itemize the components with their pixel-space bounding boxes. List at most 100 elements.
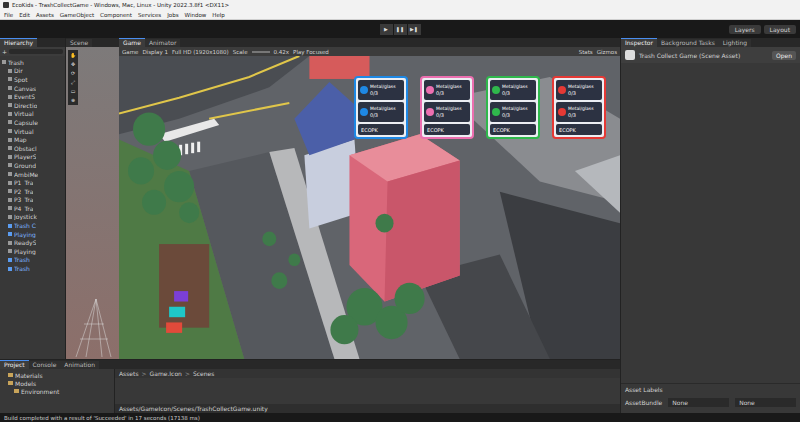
gameobject-icon [8,241,12,245]
resolution-dropdown[interactable]: Full HD (1920x1080) [172,49,229,55]
game-render: Metal/glass 0/3 Metal/glass 0/3 ECOPK Me… [119,56,620,359]
game-tab[interactable]: Game [119,38,145,47]
mode-dropdown[interactable]: Game [122,49,138,55]
project-tab[interactable]: Animation [60,361,99,369]
trash-icon [558,86,566,94]
inspector-panel: InspectorBackground TasksLighting Trash … [620,38,800,413]
menu-item[interactable]: GameObject [60,12,94,18]
hierarchy-item[interactable]: Virtual [0,110,65,119]
hierarchy-item[interactable]: Obstacl [0,144,65,153]
hierarchy-item[interactable]: Trash [0,264,65,273]
tool-button[interactable]: ⊕ [69,96,77,104]
wireframe-icon [66,279,119,359]
hierarchy-item[interactable]: Map [0,135,65,144]
scene-tab[interactable]: Scene [66,39,92,47]
gizmos-button[interactable]: Gizmos [597,49,617,55]
folder-icon [8,373,13,377]
tool-button[interactable]: ⤢ [69,78,77,86]
inspector-tab[interactable]: Lighting [719,39,751,47]
trash-icon [426,108,434,116]
tool-button[interactable]: ⟳ [69,69,77,77]
gameobject-icon [8,163,12,167]
hierarchy-item[interactable]: EventS [0,92,65,101]
hierarchy-item[interactable]: Canvas [0,84,65,93]
folder-tree: MaterialsModelsEnvironment [0,369,115,413]
menu-item[interactable]: Edit [19,12,30,18]
tool-button[interactable]: ✋ [69,51,77,59]
hierarchy-item[interactable]: Trash [0,256,65,265]
breadcrumb-item[interactable]: Scenes [193,370,214,377]
hierarchy-item[interactable]: Trash [0,58,65,67]
hierarchy-item[interactable]: Dir [0,67,65,76]
project-tab[interactable]: Console [29,361,61,369]
pause-button[interactable]: ❚❚ [394,24,407,35]
layers-dropdown[interactable]: Layers [729,25,761,34]
workspace: Hierarchy + Trash Dir Spot Canvas EventS… [0,38,800,413]
gameobject-icon [8,129,12,133]
hierarchy-item[interactable]: Directio [0,101,65,110]
folder-item[interactable]: Models [2,379,112,387]
menu-item[interactable]: Component [100,12,132,18]
menu-item[interactable]: Jobs [167,12,178,18]
gameobject-icon [8,86,12,90]
play-focused-dropdown[interactable]: Play Focused [293,49,329,55]
gameobject-icon [8,224,12,228]
menu-item[interactable]: File [4,12,13,18]
hierarchy-item[interactable]: Virtual [0,127,65,136]
gameobject-icon [8,146,12,150]
search-field[interactable] [9,49,63,54]
breadcrumb-item[interactable]: Game.Icon [150,370,182,377]
folder-item[interactable]: Materials [2,371,112,379]
player-card: Metal/glass 0/3 Metal/glass 0/3 ECOPK [354,76,408,139]
play-button[interactable]: ▶ [380,24,393,35]
trash-counter: Metal/glass 0/3 [556,80,602,100]
hierarchy-item[interactable]: P4_Tra [0,204,65,213]
hierarchy-item[interactable]: Joystick [0,213,65,222]
trash-counter: Metal/glass 0/3 [556,102,602,122]
stats-button[interactable]: Stats [579,49,593,55]
game-tab[interactable]: Animator [145,39,181,47]
tool-button[interactable]: ▭ [69,87,77,95]
layout-dropdown[interactable]: Layout [764,25,796,34]
step-button[interactable]: ▶❚ [408,24,421,35]
status-bar: Build completed with a result of 'Succee… [0,413,800,422]
open-button[interactable]: Open [772,51,796,60]
player-card: Metal/glass 0/3 Metal/glass 0/3 ECOPK [420,76,474,139]
scale-slider[interactable] [252,51,270,53]
menu-item[interactable]: Help [212,12,225,18]
trash-icon [360,86,368,94]
hierarchy-item[interactable]: Trash C [0,221,65,230]
asset-labels: Asset Labels [621,383,800,395]
add-button[interactable]: + [2,48,7,55]
gameobject-icon [8,215,12,219]
inspector-tab[interactable]: Inspector [621,38,657,47]
project-tab[interactable]: Project [0,360,29,369]
gameobject-icon [8,77,12,81]
hierarchy-item[interactable]: Capsule [0,118,65,127]
hierarchy-item[interactable]: Playing [0,230,65,239]
hierarchy-item[interactable]: Playing [0,247,65,256]
inspector-tab[interactable]: Background Tasks [657,39,719,47]
asset-bundle-dropdown[interactable]: None [668,398,729,407]
asset-variant-dropdown[interactable]: None [735,398,796,407]
hierarchy-item[interactable]: ReadyS [0,238,65,247]
gameobject-icon [8,95,12,99]
hierarchy-item[interactable]: P1_Tra [0,178,65,187]
display-dropdown[interactable]: Display 1 [142,49,168,55]
trash-icon [492,86,500,94]
hierarchy-item[interactable]: Spot [0,75,65,84]
hierarchy-tab[interactable]: Hierarchy [0,38,37,47]
hierarchy-item[interactable]: Ground [0,161,65,170]
hierarchy-item[interactable]: P2_Tra [0,187,65,196]
menu-item[interactable]: Services [138,12,161,18]
breadcrumb-item[interactable]: Assets [119,370,139,377]
hierarchy-item[interactable]: AmbiMe [0,170,65,179]
hierarchy-item[interactable]: P3_Tra [0,196,65,205]
folder-item[interactable]: Environment [2,387,112,395]
hierarchy-item[interactable]: PlayerS [0,153,65,162]
gameobject-icon [8,181,12,185]
trash-icon [558,108,566,116]
menu-item[interactable]: Assets [36,12,54,18]
menu-item[interactable]: Window [185,12,207,18]
tool-button[interactable]: ✥ [69,60,77,68]
